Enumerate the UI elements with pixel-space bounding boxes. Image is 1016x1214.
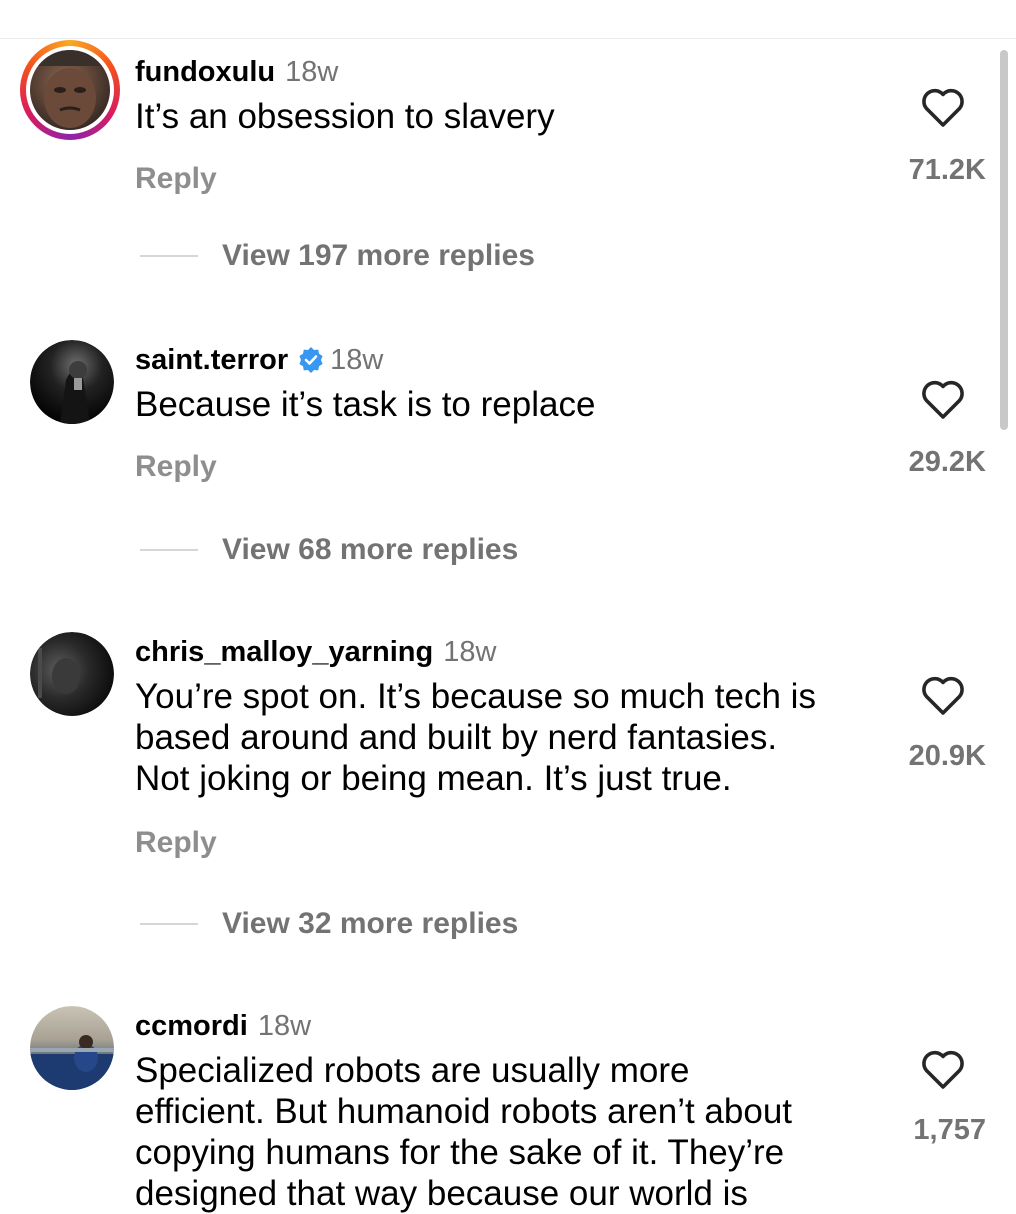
like-button[interactable] [920,378,966,420]
view-replies-button[interactable]: View 32 more replies [140,904,518,944]
comment-header: fundoxulu 18w [135,52,338,92]
comment-text: Specialized robots are usually more effi… [135,1050,885,1214]
like-button[interactable] [920,86,966,128]
reply-button[interactable]: Reply [135,826,217,860]
avatar-image [30,50,110,130]
comment-text: Because it’s task is to replace [135,385,596,424]
avatar-image [30,340,114,424]
avatar-boat-icon [30,1035,114,1090]
reply-button[interactable]: Reply [135,162,217,196]
heart-outline-icon [922,1050,964,1089]
heart-outline-icon [922,88,964,127]
like-count: 20.9K [908,740,986,772]
comment-text-line: Not joking or being mean. It’s just true… [135,759,732,798]
avatar-figure-icon [60,361,90,424]
avatar-image [30,632,114,716]
avatar-image [30,1006,114,1090]
like-count: 71.2K [908,154,986,186]
view-replies-label: View 197 more replies [222,239,535,272]
verified-badge-icon [299,347,323,373]
like-count: 1,757 [913,1114,986,1146]
comment-text-line: based around and built by nerd fantasies… [135,718,778,757]
comment-text-line: copying humans for the sake of it. They’… [135,1133,785,1172]
username[interactable]: ccmordi [135,1010,248,1043]
heart-outline-icon [922,380,964,419]
like-button[interactable] [920,1048,966,1090]
view-replies-button[interactable]: View 197 more replies [140,236,535,276]
comment-header: chris_malloy_yarning 18w [135,632,496,672]
avatar-face-icon [30,50,110,128]
comment-text: It’s an obsession to slavery [135,97,555,136]
view-replies-label: View 68 more replies [222,533,519,566]
avatar[interactable] [30,632,114,716]
comment-text: You’re spot on. It’s because so much tec… [135,676,885,799]
view-replies-button[interactable]: View 68 more replies [140,530,518,570]
comment-text-line: You’re spot on. It’s because so much tec… [135,677,816,716]
avatar[interactable] [30,340,114,424]
like-button[interactable] [920,674,966,716]
timestamp: 18w [285,55,339,88]
comment-header: ccmordi 18w [135,1006,311,1046]
replies-divider-line [140,255,198,257]
timestamp: 18w [330,343,384,376]
reply-button[interactable]: Reply [135,450,217,484]
username[interactable]: chris_malloy_yarning [135,636,433,669]
replies-divider-line [140,549,198,551]
avatar[interactable] [30,1006,114,1090]
avatar-portrait-icon [38,648,80,698]
timestamp: 18w [443,635,497,668]
username[interactable]: saint.terror [135,344,288,377]
avatar[interactable] [20,40,120,140]
heart-outline-icon [922,676,964,715]
scrollbar[interactable] [1000,50,1008,430]
comment-text-line: efficient. But humanoid robots aren’t ab… [135,1092,793,1131]
comment-text-line: Specialized robots are usually more [135,1051,690,1090]
replies-divider-line [140,923,198,925]
timestamp: 18w [257,1009,312,1042]
like-count: 29.2K [908,446,986,478]
comment-header: saint.terror 18w [135,340,383,380]
top-divider [0,38,1016,39]
view-replies-label: View 32 more replies [222,907,519,940]
username[interactable]: fundoxulu [135,56,275,89]
comment-text-line: designed that way because our world is [135,1174,748,1213]
